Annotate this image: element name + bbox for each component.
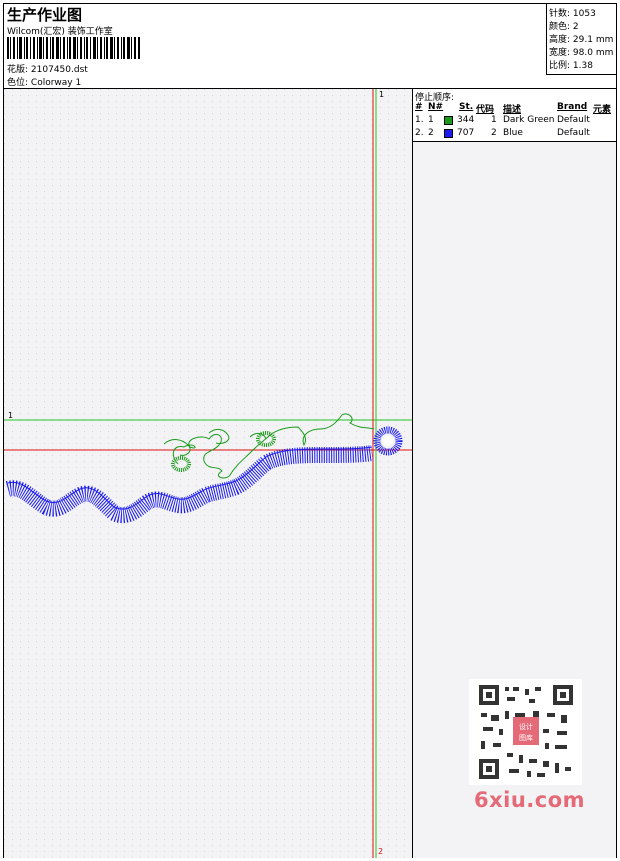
row-2-desc: Blue <box>503 128 523 138</box>
stat-width: 宽度: 98.0 mm <box>549 48 614 58</box>
stats-box: 针数: 1053 颜色: 2 高度: 29.1 mm 宽度: 98.0 mm 比… <box>546 4 617 75</box>
colorway-label: 色位: <box>7 78 29 88</box>
marker-left: 1 <box>8 411 14 420</box>
design-label: 花版: <box>7 65 29 75</box>
col-brand: Brand <box>557 102 588 112</box>
stat-height: 高度: 29.1 mm <box>549 35 614 45</box>
seal-text-2: 图库 <box>519 733 533 742</box>
row-1-brand: Default <box>557 115 590 125</box>
design-drawing <box>4 89 412 858</box>
row-2-st: 707 <box>457 128 475 138</box>
row-1-st: 344 <box>457 115 475 125</box>
row-2-hash: 2. <box>415 128 424 138</box>
row-2-code: 2 <box>491 128 497 138</box>
row-2-no: 2 <box>428 128 434 138</box>
barcode-icon <box>7 37 140 59</box>
design-file-line: 花版: 2107450.dst <box>7 62 88 75</box>
col-no: N# <box>428 102 444 112</box>
studio-subtitle: Wilcom(汇宏) 装饰工作室 <box>7 27 113 37</box>
col-st: St. <box>459 102 474 112</box>
row-2-swatch <box>444 129 453 138</box>
stat-scale: 比例: 1.38 <box>549 61 593 71</box>
stat-colors: 颜色: 2 <box>549 22 579 32</box>
qr-code-icon: 设计 图库 <box>469 679 582 785</box>
marker-bottom: 2 <box>378 847 384 856</box>
col-code: 代码 <box>476 105 495 115</box>
row-1-desc: Dark Green <box>503 115 555 125</box>
design-canvas: 1 1 2 <box>4 89 413 858</box>
row-1-swatch <box>444 116 453 125</box>
sheet-title: 生产作业图 <box>7 6 83 24</box>
sheet-header: 生产作业图 Wilcom(汇宏) 装饰工作室 花版: 2107450.dst 色… <box>4 4 617 89</box>
col-hash: # <box>415 102 423 112</box>
stop-sequence-table: 停止顺序: # N# St. 代码 描述 Brand 元素 1. 1 344 1… <box>413 89 616 142</box>
row-2-brand: Default <box>557 128 590 138</box>
design-value: 2107450.dst <box>30 65 88 75</box>
col-element: 元素 <box>593 105 612 115</box>
seal-text-1: 设计 <box>519 722 533 731</box>
blue-ring-inner <box>383 436 393 446</box>
row-1-code: 1 <box>491 115 497 125</box>
watermark-brand: 6xiu.com <box>474 788 586 812</box>
colorway-line: 色位: Colorway 1 <box>7 75 81 88</box>
row-1-no: 1 <box>428 115 434 125</box>
stat-stitches: 针数: 1053 <box>549 9 596 19</box>
row-1-hash: 1. <box>415 115 424 125</box>
colorway-value: Colorway 1 <box>30 78 82 88</box>
col-desc: 描述 <box>503 105 522 115</box>
marker-top: 1 <box>379 90 385 99</box>
